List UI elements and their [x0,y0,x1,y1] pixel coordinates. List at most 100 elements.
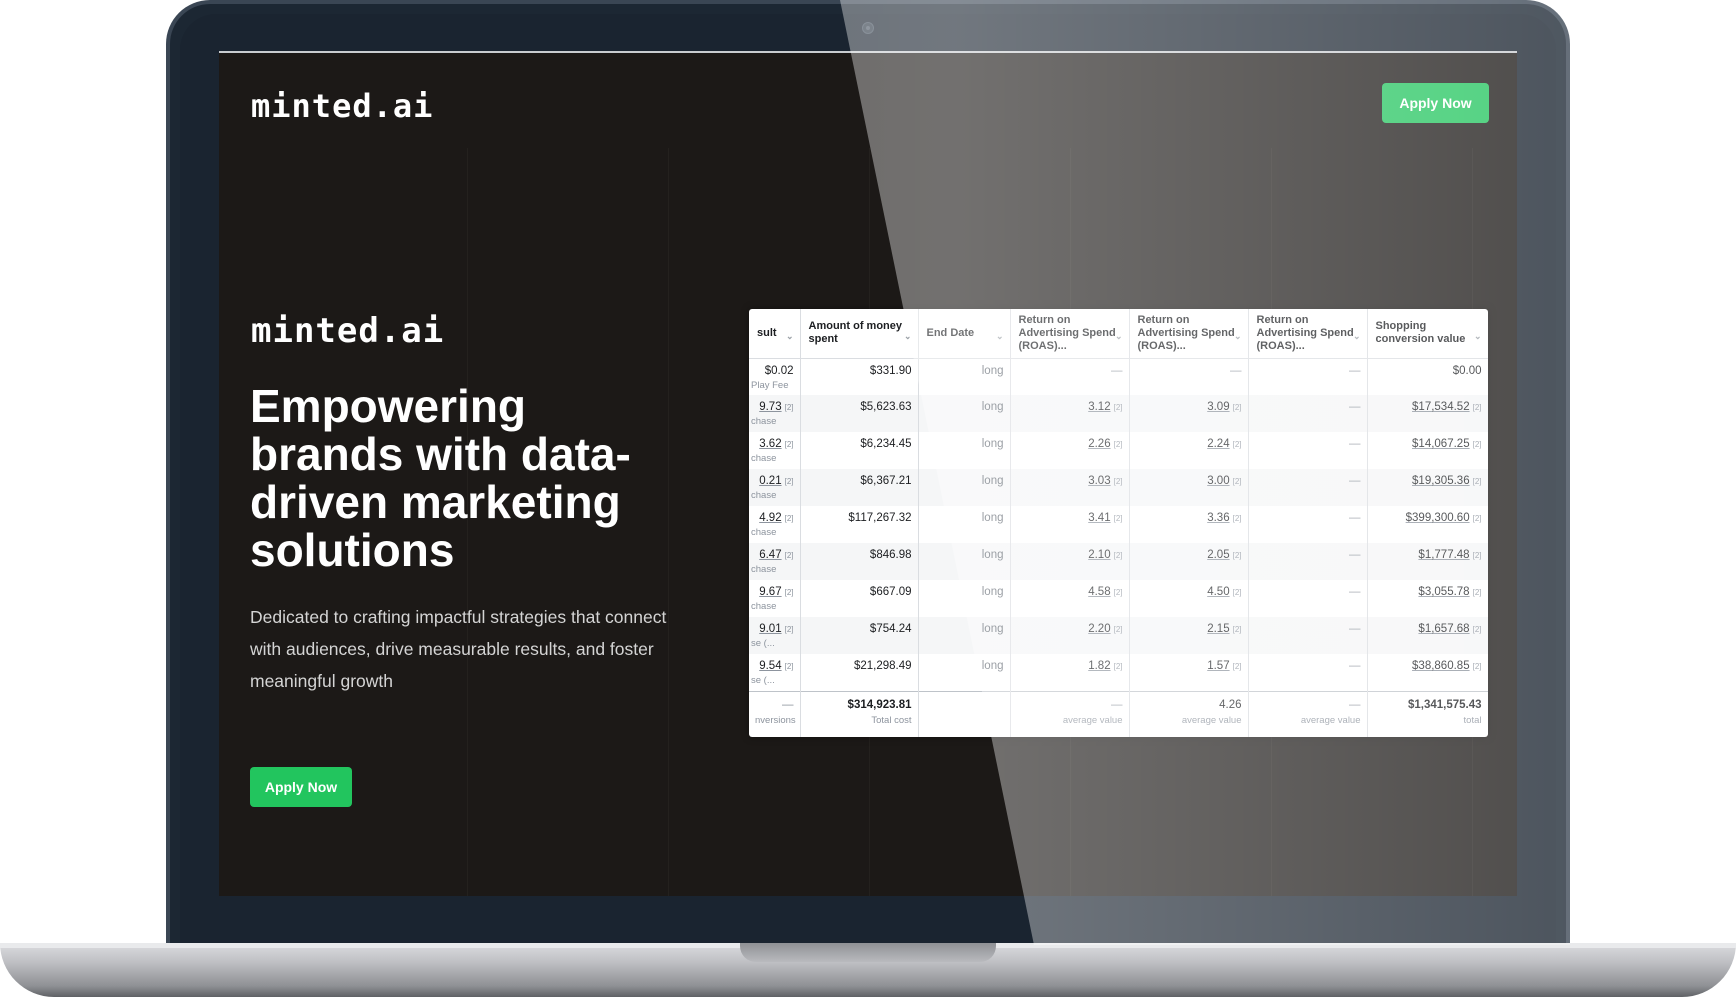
conversion-value[interactable]: $1,657.68 [1418,623,1469,635]
attribution-marker: [2] [1232,403,1242,412]
roas-value[interactable]: 1.82 [1088,660,1110,672]
result-text: 3.62 [759,438,782,450]
roas-cell: — [1248,469,1368,506]
laptop-mockup: minted.ai Apply Now minted.ai Empowering… [0,0,1736,997]
sort-caret-icon: ⌄ [903,331,912,341]
table-row[interactable]: 6.47 [2] chase $846.98 long 2.10 [2] 2.05 [2] — $1… [749,543,1488,580]
roas-value[interactable]: 3.09 [1207,401,1229,413]
total-conversion-label: total [1463,714,1482,726]
attribution-marker: [2] [1472,588,1482,597]
result-cell: $0.02 Play Fee [749,358,801,395]
table-row[interactable]: 0.21 [2] chase $6,367.21 long 3.03 [2] 3.00 [2] —… [749,469,1488,506]
attribution-marker: [2] [1232,625,1242,634]
sort-caret-icon: ⌄ [1352,331,1361,341]
result-cell: 0.21 [2] chase [749,469,801,506]
roas-cell: 1.82 [2] [1010,654,1130,691]
hero-apply-button[interactable]: Apply Now [250,767,352,807]
roas-value[interactable]: 4.58 [1088,586,1110,598]
attribution-marker: [2] [784,403,794,412]
roas-value[interactable]: 3.36 [1207,512,1229,524]
roas-value[interactable]: 4.50 [1207,586,1229,598]
column-header[interactable]: Amount of money spent ⌄ [800,309,919,359]
conversion-value[interactable]: $38,860.85 [1412,660,1470,672]
result-sublabel: chase [751,601,777,612]
table-row[interactable]: 9.54 [2] se (... $21,298.49 long 1.82 [2] 1.57[… [749,654,1488,691]
roas-value[interactable]: 2.05 [1207,549,1229,561]
table-row[interactable]: $0.02 Play Fee $331.90 long — — — $0.00 [749,358,1488,395]
total-roas: 4.26 average value [1129,690,1249,737]
header-logo[interactable]: minted.ai [251,87,433,125]
header-apply-button[interactable]: Apply Now [1382,83,1489,123]
result-value: 3.62 [2] [751,438,793,450]
result-value: 9.73 [2] [751,401,794,413]
attribution-marker: [2] [1232,588,1242,597]
table-row[interactable]: 9.67 [2] chase $667.09 long 4.58 [2] 4.50 [2] — $3… [749,580,1488,617]
end-date-cell: long [918,543,1011,580]
table-row[interactable]: 3.62 [2] chase $6,234.45 long 2.26 [2] 2.24 [2] —… [749,432,1488,469]
result-cell: 4.92 [2] chase [749,506,801,543]
roas-value[interactable]: 2.24 [1207,438,1229,450]
conversion-value-cell: $1,657.68 [2] [1367,617,1488,654]
total-result-label: nversions [755,714,796,726]
attribution-marker: [2] [1113,403,1123,412]
conversion-value[interactable]: $17,534.52 [1412,401,1470,413]
result-cell: 9.73 [2] chase [749,395,801,432]
amount-spent-cell: $754.24 [800,617,919,654]
conversion-value[interactable]: $3,055.78 [1418,586,1469,598]
column-header[interactable]: End Date ⌄ [918,309,1011,359]
result-sublabel: Play Fee [751,379,789,391]
total-result-value: — [782,698,794,711]
roas-cell: — [1248,432,1368,469]
result-sublabel: chase [751,453,777,464]
conversion-value[interactable]: $1,777.48 [1418,549,1469,561]
roas-value[interactable]: 2.10 [1088,549,1110,561]
column-header[interactable]: Return on Advertising Spend (ROAS)... ⌄ [1129,309,1249,359]
roas-cell: 4.58 [2] [1010,580,1130,617]
result-sublabel: chase [751,416,777,427]
conversion-value-cell: $38,860.85 [2] [1367,654,1488,691]
result-text: 9.01 [759,623,782,635]
end-date-cell: long [918,617,1011,654]
total-roas: — average value [1010,690,1130,737]
conversion-value[interactable]: $399,300.60 [1406,512,1470,524]
column-header[interactable]: Shopping conversion value ⌄ [1367,309,1488,359]
result-sublabel: chase [751,490,777,501]
conversion-value[interactable]: $14,067.25 [1412,438,1470,450]
attribution-marker: [2] [1232,440,1242,449]
end-date-cell: long [918,395,1011,432]
total-roas-value: — [1349,698,1361,711]
roas-value[interactable]: 1.57 [1207,660,1229,672]
roas-value[interactable]: 2.20 [1088,623,1110,635]
table-row[interactable]: 9.73 [2] chase $5,623.63 long 3.12 [2] 3.09 [2] —… [749,395,1488,432]
roas-cell: 2.24 [2] [1129,432,1249,469]
table-row[interactable]: 4.92 [2] chase $117,267.32 long 3.41 [2] 3.36 [2… [749,506,1488,543]
roas-value[interactable]: 3.41 [1088,512,1110,524]
attribution-marker: [2] [1113,662,1123,671]
attribution-marker: [2] [1472,403,1482,412]
total-spent: $314,923.81 Total cost [800,690,919,737]
end-date-cell: long [918,469,1011,506]
attribution-marker: [2] [784,514,794,523]
roas-value[interactable]: 2.26 [1088,438,1110,450]
total-conversion-value: $1,341,575.43 [1407,698,1482,711]
attribution-marker: [2] [1113,514,1123,523]
column-header[interactable]: Return on Advertising Spend (ROAS)... ⌄ [1010,309,1130,359]
roas-cell: — [1248,543,1368,580]
result-sublabel: se (... [751,638,775,649]
roas-cell: 2.15 [2] [1129,617,1249,654]
column-header[interactable]: Return on Advertising Spend (ROAS)... ⌄ [1248,309,1368,359]
result-value: 0.21 [2] [751,475,793,487]
conversion-value[interactable]: $19,305.36 [1412,475,1470,487]
roas-value[interactable]: 2.15 [1207,623,1229,635]
column-header[interactable]: sult ⌄ [749,309,801,359]
table-row[interactable]: 9.01 [2] se (... $754.24 long 2.20 [2] 2.15 [2] —… [749,617,1488,654]
ads-report-table: sult ⌄ Amount of money spent ⌄ End Date ⌄ R… [749,309,1488,737]
result-value: 6.47 [2] [751,549,793,561]
result-value: $0.02 [751,365,794,377]
roas-value[interactable]: 3.00 [1207,475,1229,487]
end-date-cell: long [918,358,1011,395]
roas-value[interactable]: 3.12 [1088,401,1110,413]
roas-cell: — [1248,654,1368,691]
result-value: 9.01 [2] [751,623,793,635]
roas-value[interactable]: 3.03 [1088,475,1110,487]
